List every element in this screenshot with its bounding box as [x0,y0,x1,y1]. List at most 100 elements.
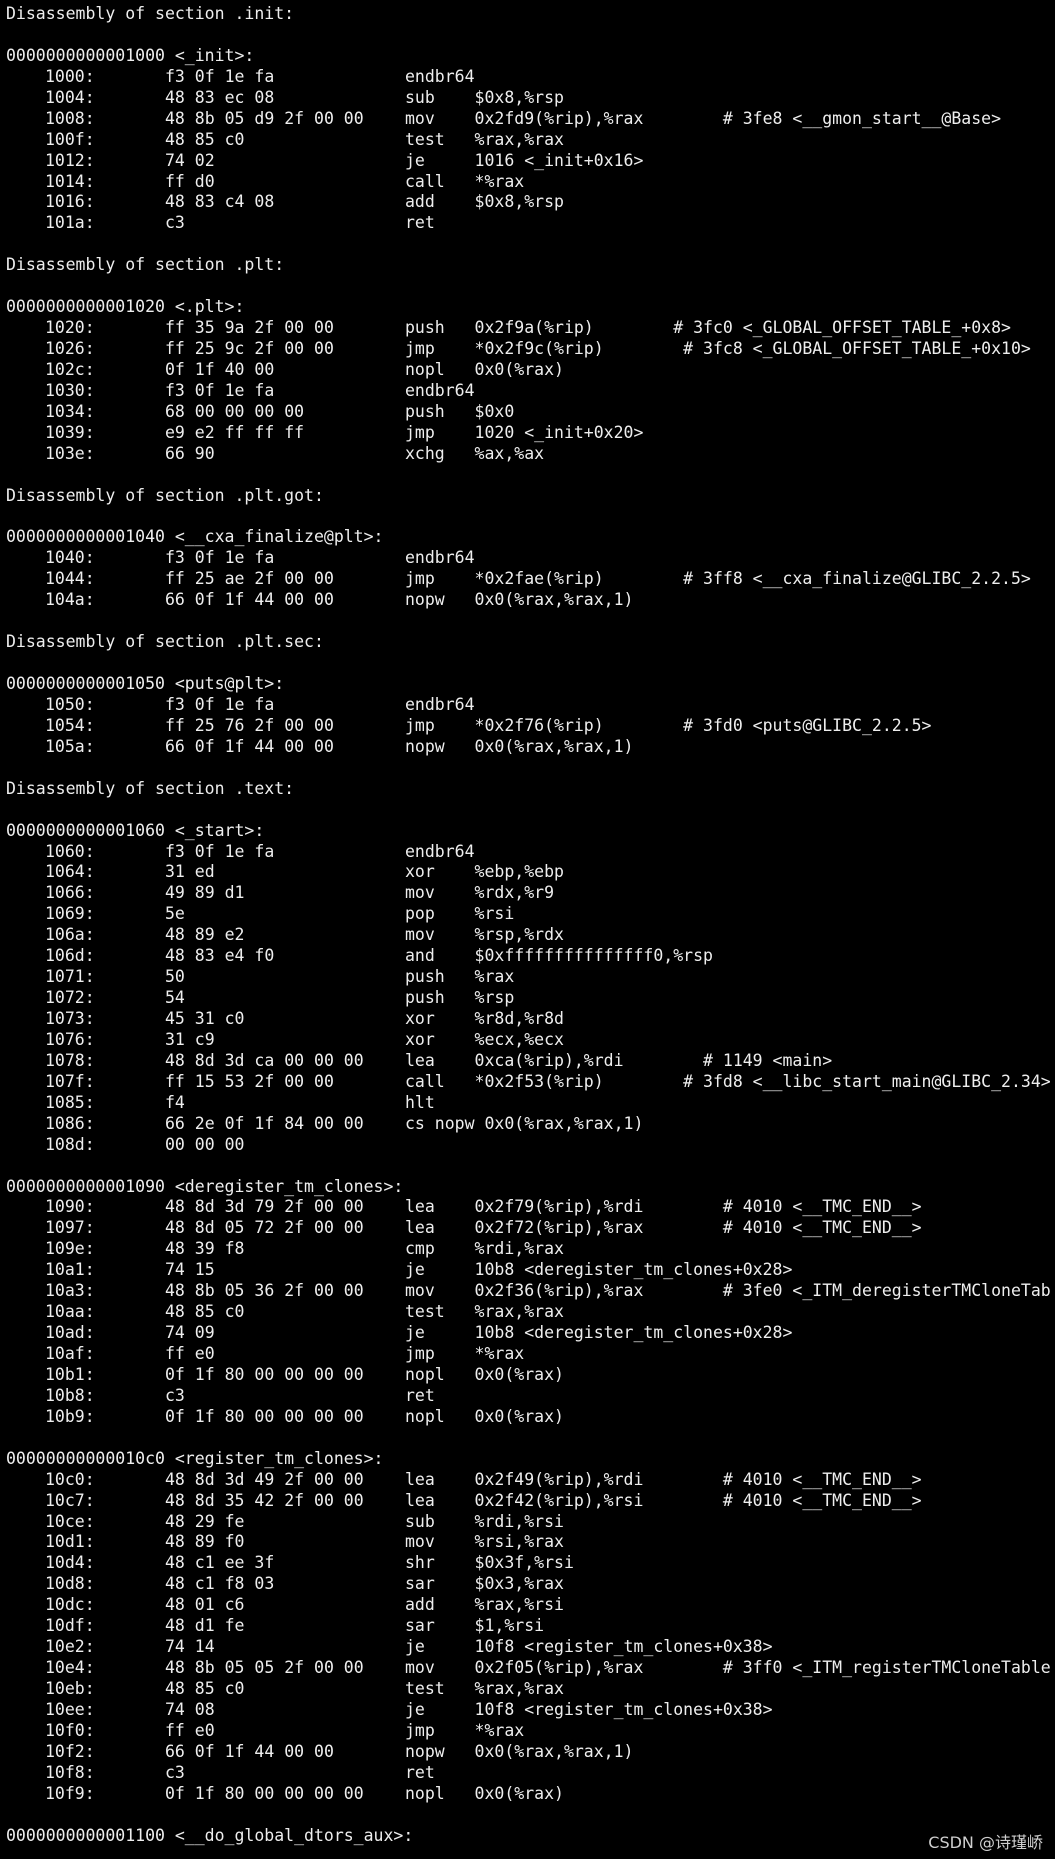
instruction-line: 1016: 48 83 c4 08 add $0x8,%rsp [6,192,1055,213]
instruction-text: shr $0x3f,%rsi [405,1553,574,1573]
instruction-line: 10d8: 48 c1 f8 03 sar $0x3,%rax [6,1574,1055,1595]
instruction-line: 10d4: 48 c1 ee 3f shr $0x3f,%rsi [6,1553,1055,1574]
instruction-bytes: 68 00 00 00 00 [165,401,305,421]
instruction-line: 1076: 31 c9 xor %ecx,%ecx [6,1030,1055,1051]
instruction-address: 1064: [45,862,95,882]
instruction-text: jmp *%rax [405,1344,525,1363]
instruction-bytes: 0f 1f 80 00 00 00 00 [165,1406,364,1426]
instruction-line: 1054: ff 25 76 2f 00 00 jmp *0x2f76(%rip) … [6,716,1055,737]
instruction-bytes: c3 [165,1385,185,1405]
instruction-bytes: 48 85 c0 [165,1302,245,1322]
instruction-address: 106d: [45,946,95,966]
instruction-address: 10b8: [45,1385,95,1405]
instruction-bytes: 48 c1 f8 03 [165,1574,275,1594]
instruction-bytes: 66 90 [165,443,215,463]
instruction-address: 105a: [45,736,95,756]
instruction-bytes: 48 89 f0 [165,1532,245,1552]
instruction-address: 10e4: [45,1658,95,1678]
instruction-address: 109e: [45,1239,95,1259]
instruction-line: 100f: 48 85 c0 test %rax,%rax [6,130,1055,151]
instruction-address: 10ce: [45,1511,95,1531]
instruction-address: 1044: [45,569,95,589]
instruction-bytes: 48 29 fe [165,1511,245,1531]
instruction-address: 1072: [45,988,95,1008]
instruction-bytes: 48 8d 3d ca 00 00 00 [165,1050,364,1070]
instruction-text: jmp *0x2fae(%rip) # 3ff8 <__cxa_finalize… [405,569,1031,589]
instruction-text: je 10b8 <deregister_tm_clones+0x28> [405,1323,793,1343]
instruction-line: 1030: f3 0f 1e fa endbr64 [6,381,1055,402]
instruction-line: 105a: 66 0f 1f 44 00 00 nopw 0x0(%rax,%rax… [6,737,1055,758]
function-label: 0000000000001000 <_init>: [6,46,1055,67]
instruction-bytes: 31 ed [165,862,215,882]
function-label-text: 0000000000001020 <.plt>: [6,297,245,317]
instruction-bytes: 0f 1f 40 00 [165,359,275,379]
terminal-output: Disassembly of section .init: 00000000000… [6,4,1055,1859]
instruction-address: 1069: [45,904,95,924]
section-header-text: Disassembly of section .plt.got: [6,485,324,505]
instruction-text: mov %rsi,%rax [405,1532,564,1552]
instruction-line: 1040: f3 0f 1e fa endbr64 [6,548,1055,569]
instruction-address: 100f: [45,129,95,149]
instruction-line: 1085: f4 hlt [6,1093,1055,1114]
instruction-address: 1078: [45,1050,95,1070]
instruction-bytes: 48 8d 05 72 2f 00 00 [165,1218,364,1238]
instruction-line: 10af: ff e0 jmp *%rax [6,1344,1055,1365]
function-label: 0000000000001100 <__do_global_dtors_aux>… [6,1826,1055,1847]
instruction-address: 10f8: [45,1762,95,1782]
instruction-text: pop %rsi [405,904,515,924]
instruction-bytes: e9 e2 ff ff ff [165,422,305,442]
instruction-text: add $0x8,%rsp [405,192,564,212]
function-label: 0000000000001020 <.plt>: [6,297,1055,318]
instruction-address: 10d4: [45,1553,95,1573]
instruction-line: 10b1: 0f 1f 80 00 00 00 00 nopl 0x0(%rax) [6,1365,1055,1386]
instruction-bytes: 48 8d 3d 49 2f 00 00 [165,1469,364,1489]
instruction-line: 1026: ff 25 9c 2f 00 00 jmp *0x2f9c(%rip) … [6,339,1055,360]
instruction-address: 10df: [45,1616,95,1636]
instruction-text: xor %ebp,%ebp [405,862,564,882]
instruction-bytes: 48 8b 05 05 2f 00 00 [165,1658,364,1678]
instruction-text: endbr64 [405,66,475,86]
instruction-text: jmp *0x2f76(%rip) # 3fd0 <puts@GLIBC_2.2… [405,715,932,735]
instruction-address: 1073: [45,1009,95,1028]
instruction-bytes: 48 8d 35 42 2f 00 00 [165,1490,364,1510]
function-label-text: 00000000000010c0 <register_tm_clones>: [6,1448,384,1468]
instruction-bytes: ff e0 [165,1344,215,1363]
instruction-text: mov 0x2f36(%rip),%rax # 3fe0 <_ITM_dereg… [405,1281,1051,1301]
instruction-line: 1073: 45 31 c0 xor %r8d,%r8d [6,1009,1055,1030]
instruction-bytes: ff 15 53 2f 00 00 [165,1071,334,1091]
instruction-bytes: 5e [165,904,185,924]
instruction-bytes: 66 0f 1f 44 00 00 [165,736,334,756]
instruction-text: endbr64 [405,548,475,568]
instruction-bytes: 48 c1 ee 3f [165,1553,275,1573]
instruction-bytes: 48 39 f8 [165,1239,245,1259]
instruction-line: 10df: 48 d1 fe sar $1,%rsi [6,1616,1055,1637]
section-header: Disassembly of section .plt: [6,255,1055,276]
instruction-line: 10f9: 0f 1f 80 00 00 00 00 nopl 0x0(%rax) [6,1784,1055,1805]
instruction-line: 1012: 74 02 je 1016 <_init+0x16> [6,151,1055,172]
instruction-bytes: 0f 1f 80 00 00 00 00 [165,1364,364,1384]
instruction-line: 103e: 66 90 xchg %ax,%ax [6,444,1055,465]
instruction-text: nopl 0x0(%rax) [405,1364,564,1384]
instruction-bytes: 74 02 [165,150,215,170]
instruction-address: 1071: [45,967,95,987]
instruction-bytes: 74 09 [165,1323,215,1343]
instruction-bytes: 66 2e 0f 1f 84 00 00 [165,1113,364,1133]
instruction-address: 102c: [45,359,95,379]
instruction-text: jmp *%rax [405,1720,525,1740]
instruction-bytes: f3 0f 1e fa [165,548,275,568]
instruction-bytes: 48 89 e2 [165,925,245,945]
instruction-text: lea 0x2f79(%rip),%rdi # 4010 <__TMC_END_… [405,1197,922,1217]
instruction-text: test %rax,%rax [405,1679,564,1698]
instruction-text: and $0xfffffffffffffff0,%rsp [405,946,713,966]
instruction-bytes: 48 8b 05 36 2f 00 00 [165,1281,364,1301]
instruction-text: test %rax,%rax [405,1302,564,1322]
function-label: 00000000000010c0 <register_tm_clones>: [6,1449,1055,1470]
instruction-text: nopw 0x0(%rax,%rax,1) [405,736,634,756]
